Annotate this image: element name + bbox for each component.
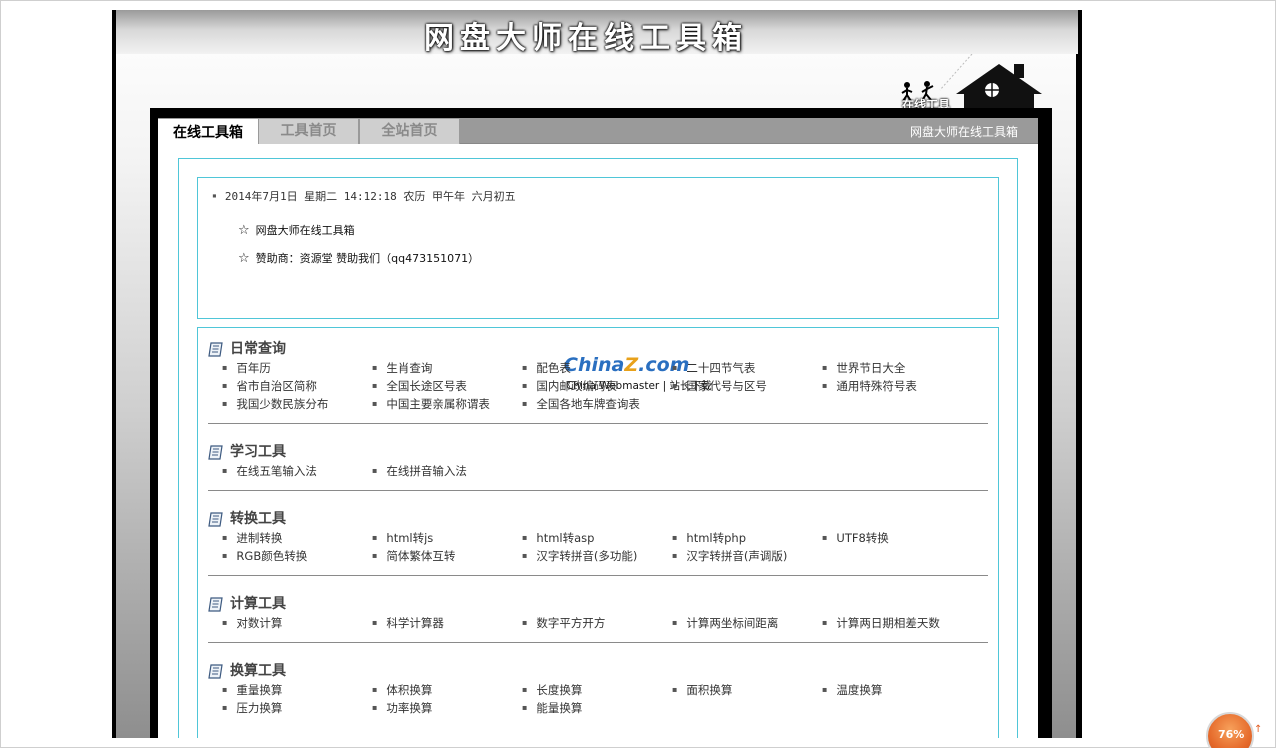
tool-link[interactable]: 汉字转拼音(声调版) [672,548,787,564]
tab-online-toolbox[interactable]: 在线工具箱 [158,119,258,144]
tool-link[interactable]: 世界节日大全 [822,360,905,376]
tool-link[interactable]: 重量换算 [222,682,282,698]
book-icon [208,342,223,357]
site-background: 网盘大师在线工具箱 在线工具 在线工具箱 工具首页 全站首页 网盘大师在线工具箱… [116,10,1082,738]
site-title: 网盘大师在线工具箱 [424,21,748,56]
tool-link[interactable]: html转asp [522,530,594,546]
book-icon [208,597,223,612]
section-divider [208,642,988,643]
section-divider [208,490,988,491]
zoom-level-text: 76% [1218,728,1245,741]
tool-link[interactable]: 面积换算 [672,682,732,698]
current-datetime: 2014年7月1日 星期二 14:12:18 农历 甲午年 六月初五 [212,188,516,204]
zoom-arrow-icon[interactable]: ↑ [1254,724,1262,735]
tool-link[interactable]: 汉字转拼音(多功能) [522,548,637,564]
info-line-sponsor: ☆ 赞助商：资源堂 赞助我们（qq473151071） [238,250,479,266]
tool-link[interactable]: 计算两日期相差天数 [822,615,940,631]
tool-link[interactable]: html转php [672,530,746,546]
site-container: 网盘大师在线工具箱 在线工具 在线工具箱 工具首页 全站首页 网盘大师在线工具箱… [112,10,1082,738]
book-icon [208,445,223,460]
tool-link[interactable]: 科学计算器 [372,615,444,631]
tab-site-home[interactable]: 全站首页 [359,119,460,144]
tool-link[interactable]: 全国长途区号表 [372,378,467,394]
tool-link[interactable]: html转js [372,530,433,546]
main-panel: 在线工具箱 工具首页 全站首页 网盘大师在线工具箱 2014年7月1日 星期二 … [150,108,1052,738]
tool-link[interactable]: 进制转换 [222,530,282,546]
tool-link[interactable]: 省市自治区简称 [222,378,317,394]
section-divider [208,423,988,424]
content-frame: 2014年7月1日 星期二 14:12:18 农历 甲午年 六月初五 ☆ 网盘大师… [178,158,1018,738]
right-border-bar [1076,54,1082,738]
tools-panel: ChinaZ.com China Webmaster | 站长下载 日常查询百年… [197,327,999,738]
tool-link[interactable]: 百年历 [222,360,271,376]
star-icon: ☆ [238,223,250,238]
tool-link[interactable]: 国内邮政编码表 [522,378,617,394]
tool-link[interactable]: 全国各地车牌查询表 [522,396,640,412]
tool-link[interactable]: 体积换算 [372,682,432,698]
section-title-text: 日常查询 [230,341,286,357]
tool-link[interactable]: 计算两坐标间距离 [672,615,778,631]
info-panel: 2014年7月1日 星期二 14:12:18 农历 甲午年 六月初五 ☆ 网盘大师… [197,177,999,319]
section-title: 计算工具 [208,593,988,615]
tool-link[interactable]: 通用特殊符号表 [822,378,917,394]
section-title: 换算工具 [208,660,988,682]
main-panel-inner: 在线工具箱 工具首页 全站首页 网盘大师在线工具箱 2014年7月1日 星期二 … [158,118,1038,738]
book-icon [208,664,223,679]
section-divider [208,575,988,576]
info-line-title: ☆ 网盘大师在线工具箱 [238,222,355,238]
section-title-text: 计算工具 [230,596,286,612]
tab-bar: 在线工具箱 工具首页 全站首页 网盘大师在线工具箱 [158,118,1038,144]
tool-link[interactable]: 二十四节气表 [672,360,755,376]
info-line-title-text: 网盘大师在线工具箱 [255,224,355,237]
header-banner: 网盘大师在线工具箱 [116,10,1078,56]
tool-link[interactable]: 功率换算 [372,700,432,716]
tool-section: 学习工具在线五笔输入法 在线拼音输入法 [208,441,988,483]
tool-link[interactable]: 简体繁体互转 [372,548,455,564]
tool-link[interactable]: 能量换算 [522,700,582,716]
section-title-text: 换算工具 [230,663,286,679]
tool-link[interactable]: 国家代号与区号 [672,378,767,394]
tool-link[interactable]: RGB颜色转换 [222,548,307,564]
tab-tool-home[interactable]: 工具首页 [258,119,359,144]
section-title: 转换工具 [208,508,988,530]
section-title-text: 转换工具 [230,511,286,527]
tool-link[interactable]: 压力换算 [222,700,282,716]
tool-link[interactable]: 在线五笔输入法 [222,463,317,479]
tool-link[interactable]: 在线拼音输入法 [372,463,467,479]
section-title: 日常查询 [208,338,988,360]
tool-link[interactable]: 长度换算 [522,682,582,698]
tool-link[interactable]: 温度换算 [822,682,882,698]
tool-link[interactable]: 中国主要亲属称谓表 [372,396,490,412]
book-icon [208,512,223,527]
tool-link[interactable]: UTF8转换 [822,530,888,546]
tool-link[interactable]: 我国少数民族分布 [222,396,328,412]
tool-link[interactable]: 对数计算 [222,615,282,631]
tool-section: 计算工具对数计算 科学计算器 数字平方开方 计算两坐标间距离 计算两日期相差天数 [208,593,988,635]
tab-bar-site-name: 网盘大师在线工具箱 [909,125,1018,139]
tool-link[interactable]: 生肖查询 [372,360,432,376]
star-icon: ☆ [238,251,250,266]
section-title-text: 学习工具 [230,444,286,460]
tool-section: 日常查询百年历 生肖查询 配色表 二十四节气表 世界节日大全省市自治区简称 全国长途区号表… [208,338,988,416]
tool-section: 转换工具进制转换 html转js html转asp html转php UTF8转换 RGB… [208,508,988,568]
section-title: 学习工具 [208,441,988,463]
tool-section: 换算工具重量换算 体积换算 长度换算 面积换算 温度换算压力换算 功率换算 能量换算 [208,660,988,720]
tool-link[interactable]: 配色表 [522,360,571,376]
tool-link[interactable]: 数字平方开方 [522,615,605,631]
sponsor-text[interactable]: 赞助商：资源堂 赞助我们（qq473151071） [256,252,479,265]
